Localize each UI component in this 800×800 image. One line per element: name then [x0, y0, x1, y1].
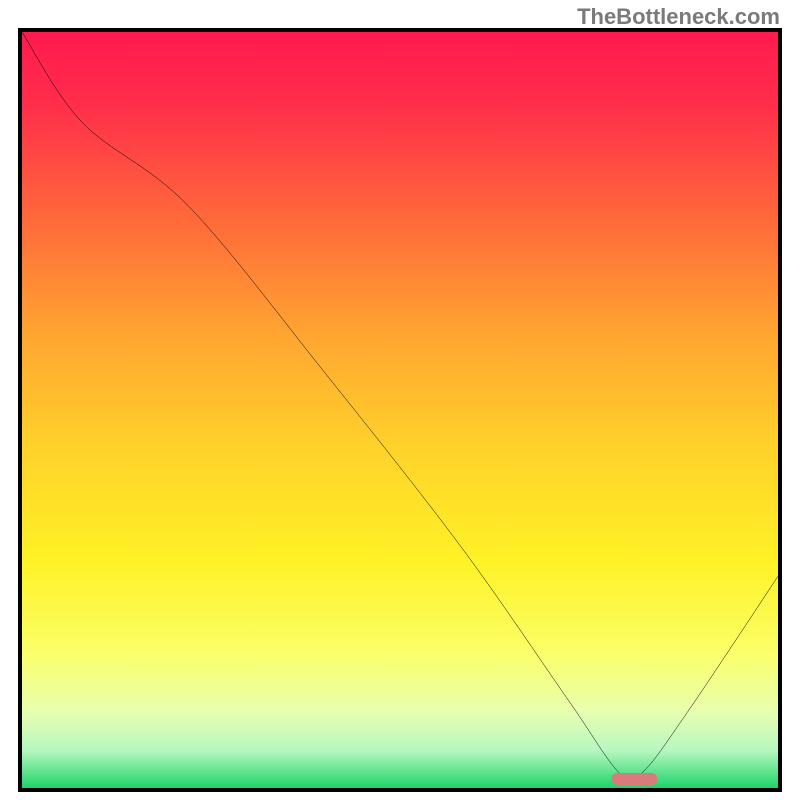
optimal-range-marker [612, 773, 657, 785]
watermark-text: TheBottleneck.com [577, 4, 780, 30]
bottleneck-curve [22, 32, 778, 788]
chart-frame [18, 28, 782, 792]
